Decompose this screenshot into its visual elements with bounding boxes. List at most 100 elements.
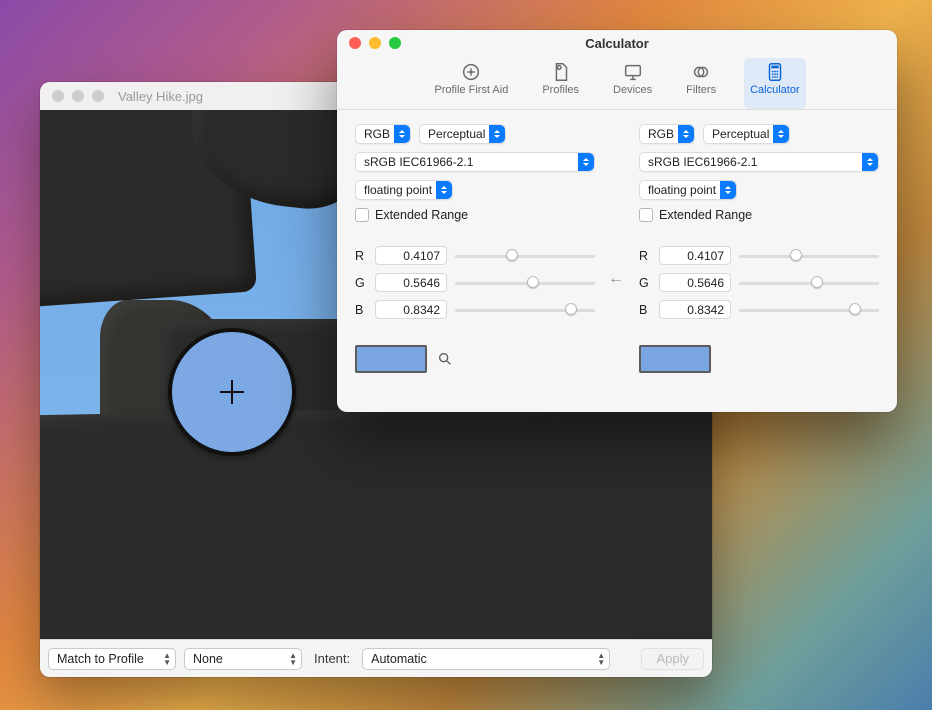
source-column: RGB Perceptual sRGB IEC61966-2.1 floatin… <box>355 124 617 398</box>
chevron-updown-icon <box>678 125 694 143</box>
channel-value-field[interactable]: 0.8342 <box>375 300 447 319</box>
venn-icon <box>690 61 712 83</box>
channel-value-field[interactable]: 0.5646 <box>659 273 731 292</box>
channel-label: R <box>355 249 367 263</box>
apply-button-label: Apply <box>656 651 689 666</box>
checkbox-icon <box>355 208 369 222</box>
display-icon <box>622 61 644 83</box>
chevron-updown-icon <box>394 125 410 143</box>
channel-slider-g[interactable] <box>455 274 595 292</box>
channel-row-r: R 0.4107 <box>355 246 595 265</box>
document-gear-icon <box>550 61 572 83</box>
chevron-updown-icon <box>862 153 878 171</box>
chevron-updown-icon: ▲▼ <box>597 652 605 666</box>
channel-label: G <box>639 276 651 290</box>
channel-value-field[interactable]: 0.4107 <box>659 246 731 265</box>
source-color-swatch <box>355 345 427 373</box>
chevron-updown-icon <box>489 125 505 143</box>
channel-slider-b[interactable] <box>739 301 879 319</box>
profile-popup[interactable]: sRGB IEC61966-2.1 <box>639 152 879 172</box>
target-profile-value: None <box>193 652 223 666</box>
plus-circle-icon <box>460 61 482 83</box>
calculator-icon <box>764 61 786 83</box>
color-model-popup[interactable]: RGB <box>639 124 695 144</box>
tab-devices[interactable]: Devices <box>607 58 658 109</box>
chevron-updown-icon <box>720 181 736 199</box>
action-select[interactable]: Match to Profile ▲▼ <box>48 648 176 670</box>
destination-color-swatch <box>639 345 711 373</box>
extended-range-label: Extended Range <box>659 208 752 222</box>
color-model-popup[interactable]: RGB <box>355 124 411 144</box>
direction-arrow-icon[interactable]: ← <box>608 270 624 288</box>
intent-label: Intent: <box>314 651 350 666</box>
number-type-value: floating point <box>648 183 716 197</box>
channel-row-g: G 0.5646 <box>355 273 595 292</box>
tab-profiles[interactable]: Profiles <box>536 58 585 109</box>
image-window-footer: Match to Profile ▲▼ None ▲▼ Intent: Auto… <box>40 639 712 677</box>
rendering-intent-value: Perceptual <box>428 127 485 141</box>
channel-slider-g[interactable] <box>739 274 879 292</box>
number-type-popup[interactable]: floating point <box>639 180 737 200</box>
calculator-titlebar[interactable]: Calculator <box>337 30 897 56</box>
color-sampler-loupe[interactable] <box>168 328 296 456</box>
color-model-value: RGB <box>364 127 390 141</box>
chevron-updown-icon: ▲▼ <box>289 652 297 666</box>
minimize-icon[interactable] <box>369 37 381 49</box>
rendering-intent-popup[interactable]: Perceptual <box>703 124 790 144</box>
channel-row-g: G 0.5646 <box>639 273 879 292</box>
tab-label: Profiles <box>542 84 579 96</box>
extended-range-checkbox[interactable]: Extended Range <box>355 208 595 222</box>
channel-value-field[interactable]: 0.4107 <box>375 246 447 265</box>
profile-popup[interactable]: sRGB IEC61966-2.1 <box>355 152 595 172</box>
target-profile-select[interactable]: None ▲▼ <box>184 648 302 670</box>
chevron-updown-icon <box>578 153 594 171</box>
channel-label: R <box>639 249 651 263</box>
chevron-updown-icon <box>773 125 789 143</box>
channel-row-r: R 0.4107 <box>639 246 879 265</box>
channel-value-field[interactable]: 0.5646 <box>375 273 447 292</box>
channel-label: B <box>639 303 651 317</box>
channel-value-field[interactable]: 0.8342 <box>659 300 731 319</box>
chevron-updown-icon <box>436 181 452 199</box>
extended-range-label: Extended Range <box>375 208 468 222</box>
tab-calculator[interactable]: Calculator <box>744 58 806 109</box>
rendering-intent-popup[interactable]: Perceptual <box>419 124 506 144</box>
tab-filters[interactable]: Filters <box>680 58 722 109</box>
zoom-icon[interactable] <box>92 90 104 102</box>
number-type-popup[interactable]: floating point <box>355 180 453 200</box>
channel-slider-b[interactable] <box>455 301 595 319</box>
close-icon[interactable] <box>349 37 361 49</box>
channel-slider-r[interactable] <box>455 247 595 265</box>
destination-column: RGB Perceptual sRGB IEC61966-2.1 floatin… <box>617 124 879 398</box>
tab-label: Devices <box>613 84 652 96</box>
chevron-updown-icon: ▲▼ <box>163 652 171 666</box>
profile-value: sRGB IEC61966-2.1 <box>364 155 473 169</box>
tab-label: Filters <box>686 84 716 96</box>
intent-select-value: Automatic <box>371 652 427 666</box>
tab-label: Calculator <box>750 84 800 96</box>
channel-label: G <box>355 276 367 290</box>
crosshair-icon <box>220 380 244 404</box>
intent-select[interactable]: Automatic ▲▼ <box>362 648 610 670</box>
zoom-icon[interactable] <box>389 37 401 49</box>
image-window-title: Valley Hike.jpg <box>118 89 203 104</box>
tab-profile-first-aid[interactable]: Profile First Aid <box>428 58 514 109</box>
minimize-icon[interactable] <box>72 90 84 102</box>
extended-range-checkbox[interactable]: Extended Range <box>639 208 879 222</box>
calculator-window: Calculator Profile First Aid Profiles De… <box>337 30 897 412</box>
color-model-value: RGB <box>648 127 674 141</box>
tab-label: Profile First Aid <box>434 84 508 96</box>
action-select-value: Match to Profile <box>57 652 144 666</box>
channel-row-b: B 0.8342 <box>639 300 879 319</box>
channel-row-b: B 0.8342 <box>355 300 595 319</box>
profile-value: sRGB IEC61966-2.1 <box>648 155 757 169</box>
calculator-toolbar: Profile First Aid Profiles Devices Filte… <box>337 56 897 110</box>
number-type-value: floating point <box>364 183 432 197</box>
checkbox-icon <box>639 208 653 222</box>
channel-slider-r[interactable] <box>739 247 879 265</box>
close-icon[interactable] <box>52 90 64 102</box>
apply-button[interactable]: Apply <box>641 648 704 670</box>
calculator-body: ← RGB Perceptual sRGB IEC61966-2.1 float… <box>337 110 897 412</box>
eyedropper-magnify-button[interactable] <box>437 351 453 367</box>
calculator-window-title: Calculator <box>337 36 897 51</box>
